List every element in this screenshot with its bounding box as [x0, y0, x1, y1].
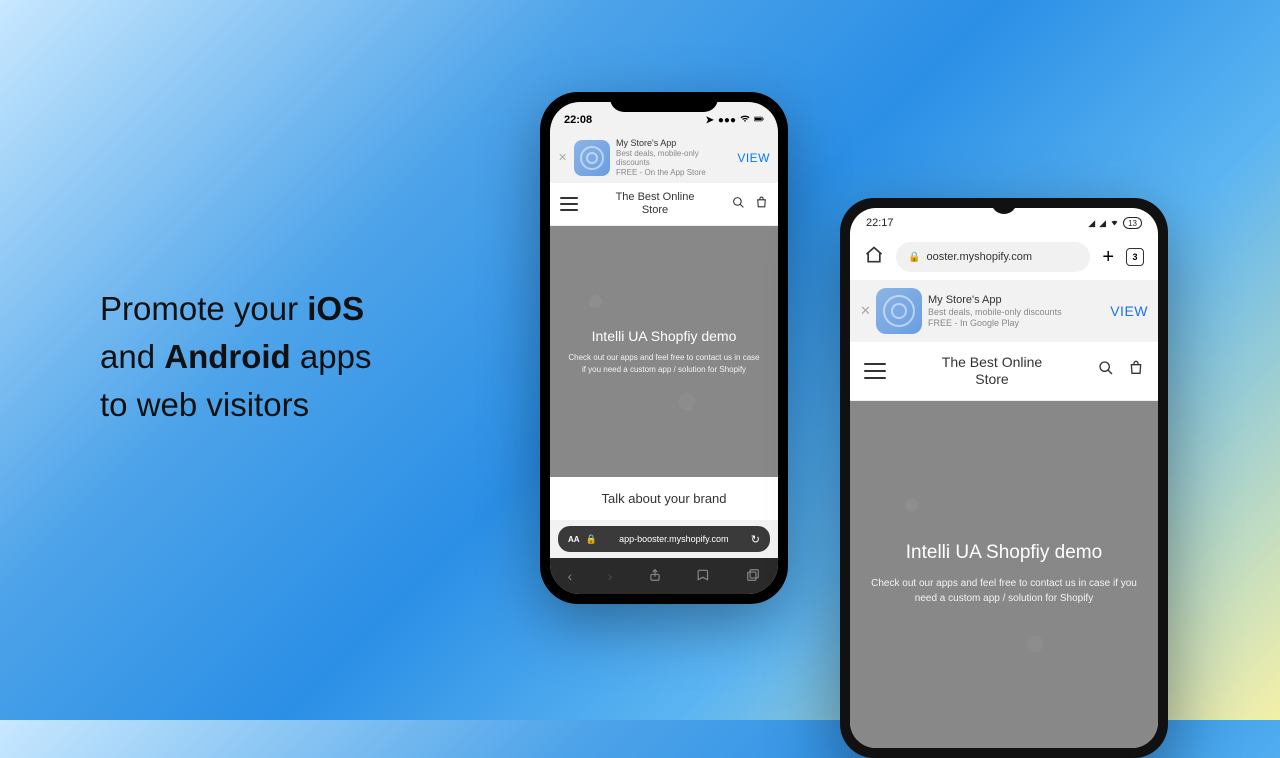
url-text: app-booster.myshopify.com	[603, 534, 745, 544]
hero-title: Intelli UA Shopfiy demo	[592, 328, 737, 344]
menu-icon[interactable]	[560, 197, 578, 211]
app-icon[interactable]	[574, 140, 610, 176]
back-icon[interactable]: ‹	[568, 568, 573, 584]
hero-title: Intelli UA Shopfiy demo	[906, 542, 1102, 564]
search-icon[interactable]	[1098, 360, 1114, 381]
headline-android: Android	[164, 338, 290, 375]
hero-section: Intelli UA Shopfiy demo Check out our ap…	[850, 401, 1158, 748]
close-icon[interactable]: ✕	[558, 151, 568, 164]
lock-icon: 🔒	[586, 534, 597, 545]
signal-icon: ●●●	[718, 115, 736, 126]
tabs-icon[interactable]	[746, 568, 760, 585]
bookmarks-icon[interactable]	[697, 568, 711, 585]
battery-icon: 13	[1123, 217, 1142, 229]
hero-subtitle: Check out our apps and feel free to cont…	[866, 576, 1142, 606]
share-icon[interactable]	[648, 568, 662, 585]
safari-url-bar[interactable]: AA 🔒 app-booster.myshopify.com ↻	[558, 526, 770, 552]
battery-icon	[754, 114, 764, 127]
cart-icon[interactable]	[755, 196, 768, 212]
chrome-url-bar[interactable]: 🔒 ooster.myshopify.com	[896, 242, 1090, 272]
android-mockup: 22:17 ◢ ◢ 13 🔒 ooster.myshopify.com + 3 …	[840, 198, 1168, 758]
tabs-button[interactable]: 3	[1126, 248, 1144, 266]
url-text: ooster.myshopify.com	[926, 251, 1032, 263]
chrome-toolbar: 🔒 ooster.myshopify.com + 3	[850, 234, 1158, 280]
new-tab-icon[interactable]: +	[1102, 246, 1114, 269]
banner-title: My Store's App	[928, 294, 1104, 306]
iphone-notch	[610, 92, 718, 112]
view-button[interactable]: VIEW	[1110, 303, 1148, 319]
wifi-icon	[740, 114, 750, 127]
headline-text: apps	[291, 338, 372, 375]
safari-toolbar: ‹ ›	[550, 558, 778, 594]
wifi-icon	[1110, 218, 1119, 229]
banner-subtitle: Best deals, mobile-only discounts	[616, 149, 731, 167]
store-title[interactable]: The Best OnlineStore	[616, 191, 695, 217]
store-header: The Best OnlineStore	[550, 183, 778, 226]
ios-time: 22:08	[564, 114, 592, 126]
app-icon[interactable]	[876, 288, 922, 334]
banner-price: FREE - In Google Play	[928, 318, 1104, 328]
brand-section: Talk about your brand	[550, 477, 778, 520]
signal-icon: ◢	[1099, 218, 1106, 229]
forward-icon[interactable]: ›	[608, 568, 613, 584]
search-icon[interactable]	[732, 196, 745, 212]
hero-section: Intelli UA Shopfiy demo Check out our ap…	[550, 226, 778, 477]
signal-icon: ◢	[1088, 218, 1095, 229]
view-button[interactable]: VIEW	[737, 151, 770, 165]
banner-title: My Store's App	[616, 138, 731, 148]
lock-icon: 🔒	[908, 252, 920, 263]
headline-text: Promote your	[100, 290, 307, 327]
menu-icon[interactable]	[864, 363, 886, 379]
headline-text: to web visitors	[100, 386, 309, 423]
banner-subtitle: Best deals, mobile-only discounts	[928, 307, 1104, 317]
banner-price: FREE - On the App Store	[616, 168, 731, 177]
reader-icon[interactable]: AA	[568, 535, 580, 544]
close-icon[interactable]: ✕	[860, 303, 870, 319]
android-time: 22:17	[866, 217, 894, 229]
store-header: The Best OnlineStore	[850, 342, 1158, 401]
cart-icon[interactable]	[1128, 360, 1144, 381]
iphone-mockup: 22:08 ➤ ●●● ✕ My Store's App Best deals,…	[540, 92, 788, 604]
headline-ios: iOS	[307, 290, 364, 327]
headline-text: and	[100, 338, 164, 375]
promo-headline: Promote your iOS and Android apps to web…	[100, 285, 500, 429]
android-screen: 22:17 ◢ ◢ 13 🔒 ooster.myshopify.com + 3 …	[850, 208, 1158, 748]
store-title[interactable]: The Best OnlineStore	[942, 354, 1042, 388]
location-icon: ➤	[705, 115, 713, 126]
hero-subtitle: Check out our apps and feel free to cont…	[566, 352, 762, 376]
home-icon[interactable]	[864, 245, 884, 270]
ios-smart-banner: ✕ My Store's App Best deals, mobile-only…	[550, 132, 778, 183]
iphone-screen: 22:08 ➤ ●●● ✕ My Store's App Best deals,…	[550, 102, 778, 594]
refresh-icon[interactable]: ↻	[751, 533, 760, 546]
android-smart-banner: ✕ My Store's App Best deals, mobile-only…	[850, 280, 1158, 342]
